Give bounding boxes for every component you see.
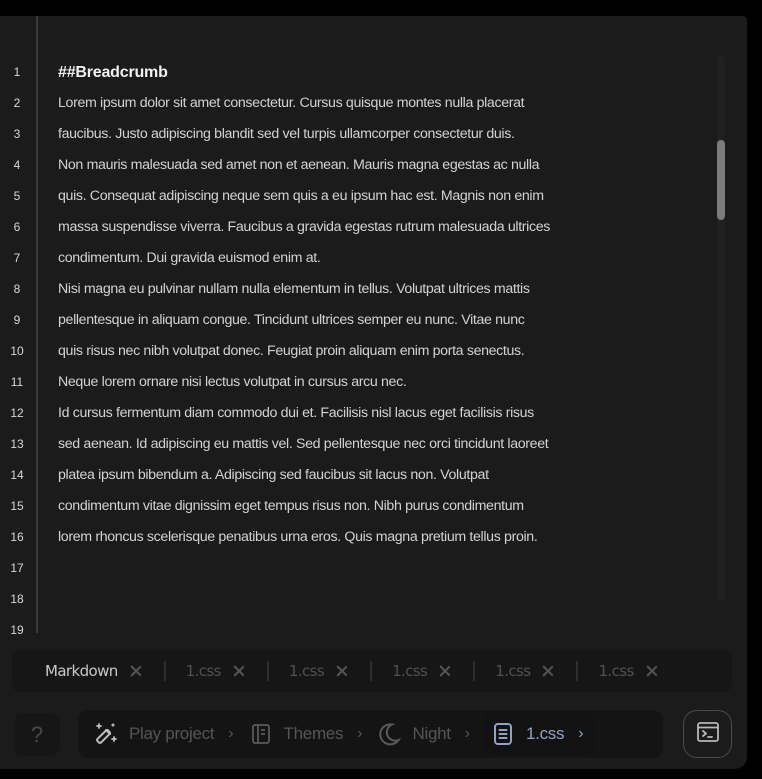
- tab-1-css[interactable]: 1.css: [392, 650, 451, 692]
- code-line[interactable]: platea ipsum bibendum a. Adipiscing sed …: [58, 460, 698, 491]
- code-line[interactable]: Neque lorem ornare nisi lectus volutpat …: [58, 367, 698, 398]
- chevron-right-icon: ›: [464, 725, 470, 742]
- help-button[interactable]: ?: [14, 713, 60, 756]
- tab-separator: [473, 661, 476, 681]
- tab-separator: [266, 661, 269, 681]
- tab-separator: [370, 661, 373, 681]
- tab-label: 1.css: [288, 662, 325, 680]
- chevron-right-icon: ›: [357, 725, 363, 742]
- tab-label: 1.css: [392, 662, 428, 680]
- code-line[interactable]: Id cursus fermentum diam commodo dui et.…: [58, 398, 698, 429]
- close-icon[interactable]: [439, 665, 451, 677]
- book-icon: [248, 721, 274, 747]
- code-line[interactable]: [58, 553, 698, 584]
- line-number: 11: [10, 375, 24, 389]
- line-number: 3: [13, 127, 21, 141]
- code-line[interactable]: lorem rhoncus scelerisque penatibus urna…: [58, 522, 698, 553]
- tab-label: Markdown: [45, 662, 118, 680]
- line-number: 10: [10, 344, 24, 358]
- breadcrumb-item-themes[interactable]: Themes ›: [248, 721, 377, 747]
- terminal-button[interactable]: [683, 710, 732, 758]
- vertical-scrollbar[interactable]: [717, 56, 725, 601]
- scrollbar-thumb[interactable]: [717, 140, 725, 220]
- magic-wand-icon: [93, 721, 119, 747]
- code-line[interactable]: Nisi magna eu pulvinar nullam nulla elem…: [58, 274, 698, 305]
- chevron-right-icon: ›: [228, 725, 234, 742]
- terminal-icon: [696, 721, 720, 748]
- code-editor[interactable]: ##Breadcrumb Lorem ipsum dolor sit amet c…: [58, 57, 698, 646]
- breadcrumb-label: Themes: [283, 724, 344, 743]
- code-line[interactable]: condimentum. Dui gravida euismod enim at…: [58, 243, 698, 274]
- line-number: 5: [13, 189, 21, 203]
- breadcrumb-label: 1.css: [526, 724, 565, 743]
- tab-1-css[interactable]: 1.css: [598, 650, 657, 692]
- line-number: 19: [10, 623, 24, 637]
- line-number: 2: [13, 96, 21, 110]
- tab-bar: Markdown 1.css 1.css 1.css 1.css 1.css: [12, 650, 732, 692]
- code-line[interactable]: quis. Consequat adipiscing neque sem qui…: [58, 181, 698, 212]
- tab-label: 1.css: [598, 662, 634, 680]
- gutter-divider: [36, 16, 38, 633]
- line-number: 16: [10, 530, 24, 544]
- code-line[interactable]: Lorem ipsum dolor sit amet consectetur. …: [58, 88, 698, 119]
- breadcrumb: Play project › Themes › Night › 1.css ›: [78, 710, 663, 758]
- line-numbers: 1 2 3 4 5 6 7 8 9 10 11 12 13 14 15 16 17 18 19: [0, 57, 36, 646]
- tab-separator: [576, 661, 579, 681]
- line-number: 18: [10, 592, 24, 606]
- breadcrumb-label: Night: [412, 724, 451, 743]
- line-number: 17: [10, 561, 24, 575]
- document-icon: [490, 721, 516, 747]
- line-number: 1: [13, 65, 21, 79]
- line-number: 13: [10, 437, 24, 451]
- line-number: 8: [13, 282, 21, 296]
- code-line[interactable]: pellentesque in aliquam congue. Tincidun…: [58, 305, 698, 336]
- close-icon[interactable]: [542, 665, 554, 677]
- close-icon[interactable]: [130, 665, 142, 677]
- chevron-right-icon: ›: [578, 725, 584, 742]
- close-icon[interactable]: [336, 665, 348, 677]
- tab-markdown[interactable]: Markdown: [45, 650, 142, 692]
- tab-label: 1.css: [495, 662, 531, 680]
- code-line[interactable]: faucibus. Justo adipiscing blandit sed v…: [58, 119, 698, 150]
- line-number: 9: [13, 313, 21, 327]
- code-line[interactable]: Non mauris malesuada sed amet non et aen…: [58, 150, 698, 181]
- code-line[interactable]: massa suspendisse viverra. Faucibus a gr…: [58, 212, 698, 243]
- tab-separator: [163, 661, 166, 681]
- moon-icon: [376, 721, 402, 747]
- breadcrumb-item-play-project[interactable]: Play project ›: [93, 721, 248, 747]
- code-line[interactable]: quis risus nec nibh volutpat donec. Feug…: [58, 336, 698, 367]
- tab-1-css[interactable]: 1.css: [495, 650, 554, 692]
- line-number: 15: [10, 499, 24, 513]
- line-number: 7: [13, 251, 21, 265]
- breadcrumb-item-night[interactable]: Night ›: [376, 721, 484, 747]
- breadcrumb-item-1-css[interactable]: 1.css ›: [484, 713, 594, 755]
- line-number: 12: [10, 406, 24, 420]
- code-line[interactable]: condimentum vitae dignissim eget tempus …: [58, 491, 698, 522]
- tab-1-css[interactable]: 1.css: [289, 650, 348, 692]
- code-line[interactable]: [58, 615, 698, 646]
- breadcrumb-label: Play project: [129, 724, 215, 743]
- line-number: 14: [10, 468, 24, 482]
- line-number: 4: [13, 158, 21, 172]
- line-number: 6: [13, 220, 21, 234]
- tab-label: 1.css: [185, 662, 222, 680]
- close-icon[interactable]: [233, 665, 245, 677]
- close-icon[interactable]: [646, 665, 658, 677]
- tab-1-css[interactable]: 1.css: [186, 650, 245, 692]
- help-icon: ?: [30, 721, 44, 747]
- code-line[interactable]: sed aenean. Id adipiscing eu mattis vel.…: [58, 429, 698, 460]
- markdown-heading-line[interactable]: ##Breadcrumb: [58, 57, 698, 88]
- code-line[interactable]: [58, 584, 698, 615]
- editor-panel: 1 2 3 4 5 6 7 8 9 10 11 12 13 14 15 16 17 18 19 ##Breadcru…: [0, 16, 747, 769]
